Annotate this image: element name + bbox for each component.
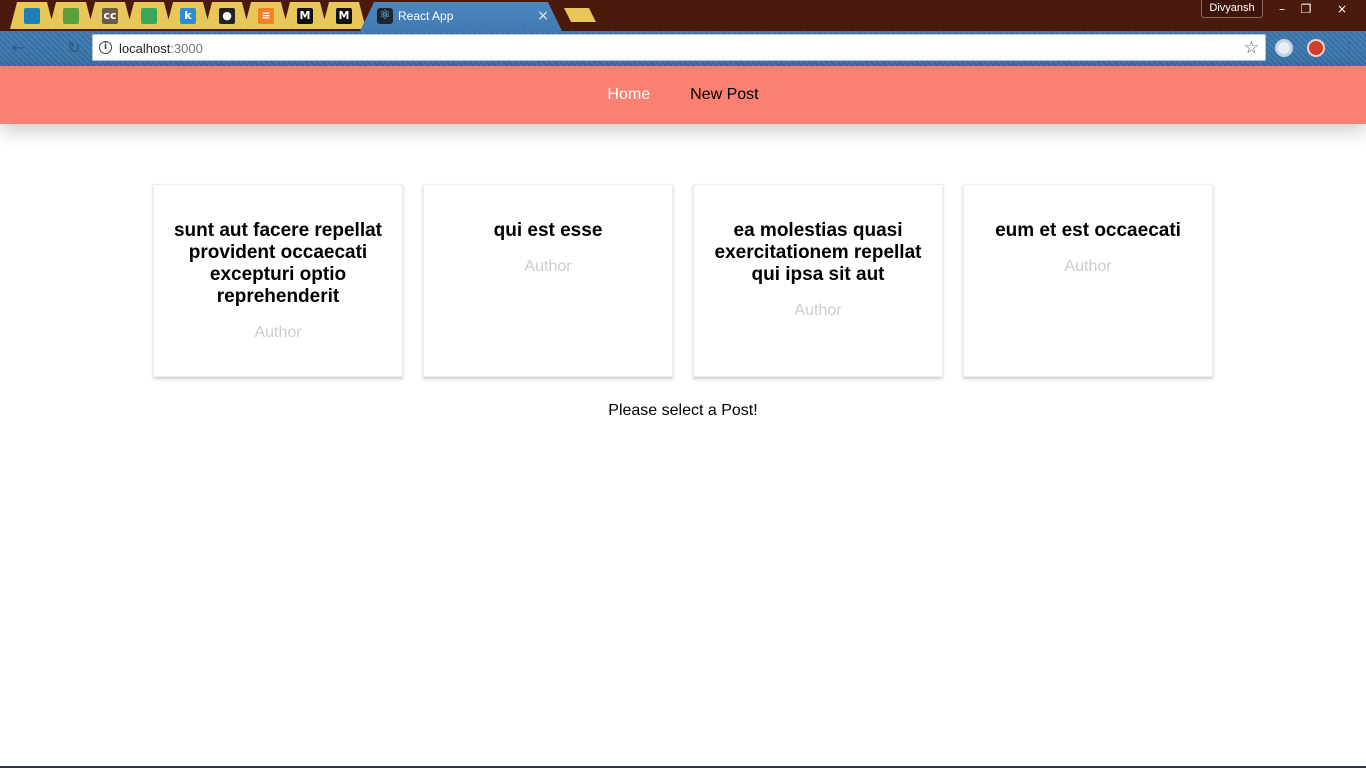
browser-menu-icon[interactable]: ⋮ — [1342, 39, 1356, 57]
minimize-icon[interactable]: – — [1270, 0, 1294, 18]
post-card[interactable]: eum et est occaecati Author — [963, 184, 1213, 377]
address-bar[interactable]: i localhost:3000 ☆ — [92, 34, 1266, 61]
select-post-message: Please select a Post! — [608, 402, 758, 419]
post-card[interactable]: qui est esse Author — [423, 184, 673, 377]
post-card[interactable]: ea molestias quasi exercitationem repell… — [693, 184, 943, 377]
medium-m-icon: M — [336, 7, 352, 24]
nav-link-new-post[interactable]: New Post — [690, 86, 758, 104]
nodejs-hexagon-icon — [63, 7, 79, 24]
browser-toolbar: ← ↻ i localhost:3000 ☆ ⋮ — [0, 31, 1366, 66]
post-title: qui est esse — [493, 220, 603, 241]
back-arrow-icon[interactable]: ← — [8, 38, 28, 58]
pinned-tab[interactable]: M — [322, 2, 366, 29]
posts-list: sunt aut facere repellat provident occae… — [153, 184, 1213, 377]
reload-icon[interactable]: ↻ — [64, 38, 84, 58]
post-author: Author — [1064, 258, 1112, 275]
new-tab-button[interactable] — [564, 8, 596, 22]
bird-icon — [24, 7, 40, 24]
post-author: Author — [254, 324, 302, 341]
post-author: Author — [794, 302, 842, 319]
active-tab-title: React App — [398, 9, 454, 23]
k-letter-icon: k — [180, 7, 196, 24]
pinned-tab[interactable]: k — [166, 2, 210, 29]
pinned-tab[interactable] — [10, 2, 54, 29]
extension-icon[interactable] — [1307, 39, 1325, 57]
pinned-tab[interactable]: ≡ — [244, 2, 288, 29]
url-host: localhost — [119, 41, 171, 56]
maximize-icon[interactable]: ❐ — [1294, 0, 1318, 18]
stackoverflow-icon: ≡ — [258, 7, 274, 24]
app-navbar: Home New Post — [0, 66, 1366, 124]
pinned-tab[interactable]: cc — [88, 2, 132, 29]
browser-tabstrip: cc k ● ≡ M M ⚛ React App × Divyansh – ❐ × — [0, 0, 1366, 31]
nav-link-home[interactable]: Home — [607, 86, 650, 104]
tab-close-icon[interactable]: × — [537, 8, 549, 24]
medium-m-icon: M — [297, 7, 313, 24]
pinned-tab[interactable]: ● — [205, 2, 249, 29]
post-author: Author — [524, 258, 572, 275]
react-atom-icon: ⚛ — [377, 8, 393, 24]
active-tab[interactable]: ⚛ React App × — [360, 2, 562, 31]
url-text[interactable]: localhost:3000 — [119, 41, 203, 56]
profile-button[interactable]: Divyansh — [1201, 0, 1263, 18]
post-card[interactable]: sunt aut facere repellat provident occae… — [153, 184, 403, 377]
post-title: ea molestias quasi exercitationem repell… — [714, 220, 922, 285]
bookmark-star-icon[interactable]: ☆ — [1244, 38, 1259, 58]
pinned-tab[interactable] — [49, 2, 93, 29]
cc-icon: cc — [102, 7, 118, 24]
url-port: :3000 — [170, 41, 203, 56]
site-info-icon[interactable]: i — [99, 41, 112, 54]
drive-icon — [141, 7, 157, 24]
extension-icon[interactable] — [1275, 39, 1293, 57]
github-icon: ● — [219, 7, 235, 24]
post-title: eum et est occaecati — [995, 220, 1181, 241]
pinned-tab[interactable]: M — [283, 2, 327, 29]
post-title: sunt aut facere repellat provident occae… — [173, 220, 383, 307]
pinned-tab[interactable] — [127, 2, 171, 29]
close-window-icon[interactable]: × — [1325, 0, 1359, 18]
